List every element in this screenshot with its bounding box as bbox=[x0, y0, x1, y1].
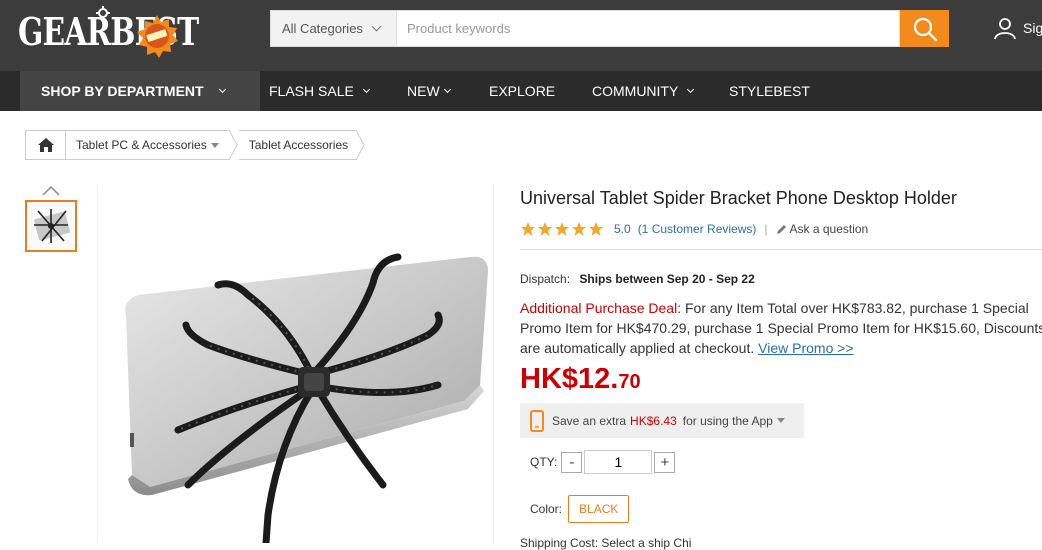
caret-down-icon bbox=[776, 418, 785, 423]
nav-flash-sale[interactable]: FLASH SALE bbox=[269, 71, 370, 111]
category-select-label: All Categories bbox=[282, 21, 363, 36]
app-save-prefix: Save an extra bbox=[552, 413, 627, 428]
chevron-down-icon bbox=[371, 21, 382, 32]
app-save-suffix: for using the App bbox=[682, 413, 773, 428]
nav-new[interactable]: NEW bbox=[407, 71, 451, 111]
star-icon bbox=[538, 222, 552, 236]
nav-label: COMMUNITY bbox=[592, 83, 679, 99]
product-photo bbox=[125, 253, 488, 543]
chevron-down-icon bbox=[218, 85, 226, 93]
mobile-phone-icon bbox=[530, 409, 544, 432]
breadcrumb-item-tablet-accessories[interactable]: Tablet Accessories bbox=[238, 130, 357, 160]
star-icon bbox=[555, 222, 569, 236]
ask-question-link[interactable]: Ask a question bbox=[776, 222, 869, 236]
search-bar: All Categories bbox=[270, 10, 949, 47]
search-icon bbox=[913, 17, 937, 41]
sign-in-link[interactable]: Sig bbox=[993, 16, 1042, 40]
category-select[interactable]: All Categories bbox=[270, 10, 397, 47]
divider: | bbox=[764, 222, 768, 236]
breadcrumb-home[interactable] bbox=[25, 130, 66, 160]
nav-label: EXPLORE bbox=[489, 83, 556, 99]
breadcrumb-separator bbox=[228, 130, 238, 160]
dispatch-label: Dispatch: bbox=[520, 272, 571, 286]
color-selector: Color: BLACK bbox=[530, 495, 630, 523]
nav-label: SHOP BY DEPARTMENT bbox=[41, 83, 204, 99]
anniversary-badge-icon bbox=[137, 15, 178, 58]
breadcrumb: Tablet PC & Accessories Tablet Accessori… bbox=[25, 130, 366, 160]
app-save-amount: HK$6.43 bbox=[630, 413, 677, 428]
divider bbox=[520, 249, 1042, 250]
gear-icon bbox=[96, 6, 110, 20]
qty-input[interactable] bbox=[584, 450, 653, 474]
ask-question-label: Ask a question bbox=[789, 222, 869, 236]
main-nav: SHOP BY DEPARTMENT FLASH SALE NEW EXPLOR… bbox=[0, 71, 1042, 111]
breadcrumb-label: Tablet Accessories bbox=[248, 138, 349, 152]
app-discount-banner[interactable]: Save an extra HK$6.43 for using the App bbox=[520, 403, 804, 438]
product-main-image[interactable] bbox=[97, 185, 494, 543]
view-promo-link[interactable]: View Promo >> bbox=[758, 340, 853, 356]
site-logo[interactable]: GEARBEST bbox=[18, 6, 249, 56]
nav-shop-by-department[interactable]: SHOP BY DEPARTMENT bbox=[20, 71, 260, 111]
price-cents: 70 bbox=[618, 371, 641, 393]
nav-label: STYLEBEST bbox=[729, 83, 810, 99]
home-icon bbox=[37, 138, 54, 152]
star-icon bbox=[589, 222, 603, 236]
thumbnail-image[interactable] bbox=[25, 200, 77, 252]
color-option-black[interactable]: BLACK bbox=[568, 495, 630, 523]
rating-value: 5.0 bbox=[614, 222, 631, 236]
product-title: Universal Tablet Spider Bracket Phone De… bbox=[520, 188, 957, 208]
product-price: HK$12.70 bbox=[520, 363, 641, 396]
dispatch-value: Ships between Sep 20 - Sep 22 bbox=[579, 272, 755, 286]
chevron-down-icon bbox=[443, 85, 451, 93]
chevron-down-icon bbox=[362, 85, 370, 93]
dispatch-info: Dispatch: Ships between Sep 20 - Sep 22 bbox=[520, 272, 755, 286]
qty-decrease-button[interactable]: - bbox=[561, 451, 583, 473]
nav-community[interactable]: COMMUNITY bbox=[592, 71, 695, 111]
nav-explore[interactable]: EXPLORE bbox=[489, 71, 555, 111]
shipping-cost-row: Shipping Cost: Select a ship Chi bbox=[520, 536, 692, 550]
star-icon bbox=[572, 222, 586, 236]
promo-label: Additional Purchase Deal: bbox=[520, 300, 682, 316]
pencil-icon bbox=[776, 224, 786, 234]
price-main: HK$12. bbox=[520, 363, 619, 395]
site-header: GEARBEST All Categories Sig bbox=[0, 0, 1042, 71]
search-input[interactable] bbox=[397, 10, 900, 47]
additional-purchase-deal: Additional Purchase Deal: For any Item T… bbox=[520, 298, 1042, 358]
nav-label: NEW bbox=[407, 83, 440, 99]
color-label: Color: bbox=[530, 502, 563, 516]
qty-label: QTY: bbox=[530, 455, 558, 469]
sign-in-label: Sig bbox=[1023, 20, 1042, 36]
breadcrumb-label: Tablet PC & Accessories bbox=[76, 138, 207, 152]
nav-label: FLASH SALE bbox=[269, 83, 354, 99]
nav-stylebest[interactable]: STYLEBEST bbox=[729, 71, 810, 111]
breadcrumb-item-tablet-pc[interactable]: Tablet PC & Accessories bbox=[66, 130, 229, 160]
rating-row: 5.0 (1 Customer Reviews) | Ask a questio… bbox=[520, 221, 868, 237]
thumbnail-scroll-up-icon[interactable] bbox=[42, 184, 60, 196]
caret-down-icon bbox=[210, 142, 219, 148]
search-button[interactable] bbox=[900, 10, 949, 47]
quantity-stepper: QTY: - + bbox=[530, 450, 676, 474]
reviews-link[interactable]: (1 Customer Reviews) bbox=[638, 222, 757, 236]
user-icon bbox=[994, 18, 1016, 40]
star-rating bbox=[520, 221, 605, 237]
chevron-down-icon bbox=[687, 85, 695, 93]
product-thumbnail-image bbox=[34, 209, 70, 243]
qty-increase-button[interactable]: + bbox=[654, 451, 676, 473]
star-icon bbox=[521, 222, 535, 236]
breadcrumb-separator bbox=[356, 130, 365, 160]
